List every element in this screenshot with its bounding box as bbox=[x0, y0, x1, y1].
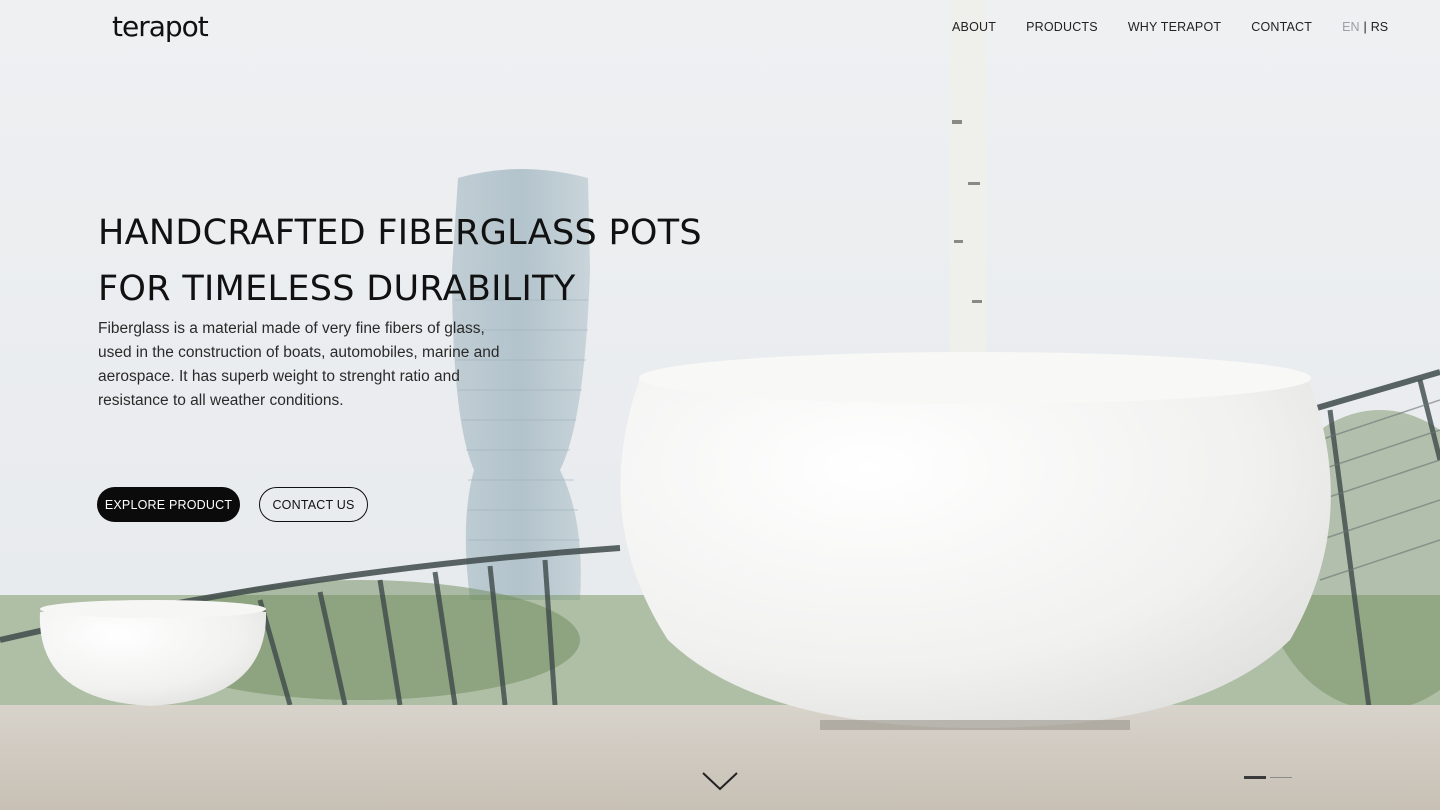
explore-product-button[interactable]: EXPLORE PRODUCT bbox=[97, 487, 240, 522]
chevron-down-icon[interactable] bbox=[701, 770, 739, 792]
hero-description: Fiberglass is a material made of very fi… bbox=[98, 320, 500, 409]
slide-indicator-2[interactable] bbox=[1270, 777, 1292, 778]
hero-title: HANDCRAFTED FIBERGLASS POTS FOR TIMELESS… bbox=[98, 205, 738, 317]
lang-rs[interactable]: RS bbox=[1371, 20, 1388, 34]
lang-en[interactable]: EN bbox=[1342, 20, 1359, 34]
language-switcher: EN | RS bbox=[1342, 20, 1388, 34]
slider-indicators bbox=[1244, 776, 1292, 779]
nav-contact[interactable]: CONTACT bbox=[1251, 20, 1312, 34]
contact-us-button[interactable]: CONTACT US bbox=[259, 487, 368, 522]
nav-products[interactable]: PRODUCTS bbox=[1026, 20, 1098, 34]
hero-section: terapot ABOUT PRODUCTS WHY TERAPOT CONTA… bbox=[0, 0, 1440, 810]
slide-indicator-1[interactable] bbox=[1244, 776, 1266, 779]
lang-separator: | bbox=[1363, 20, 1367, 34]
hero-title-line-2: FOR TIMELESS DURABILITY bbox=[98, 269, 576, 309]
nav-about[interactable]: ABOUT bbox=[952, 20, 996, 34]
logo[interactable]: terapot bbox=[112, 10, 209, 43]
main-nav: ABOUT PRODUCTS WHY TERAPOT CONTACT EN | … bbox=[952, 20, 1388, 34]
nav-why-terapot[interactable]: WHY TERAPOT bbox=[1128, 20, 1221, 34]
hero-title-line-1: HANDCRAFTED FIBERGLASS POTS bbox=[98, 213, 702, 253]
